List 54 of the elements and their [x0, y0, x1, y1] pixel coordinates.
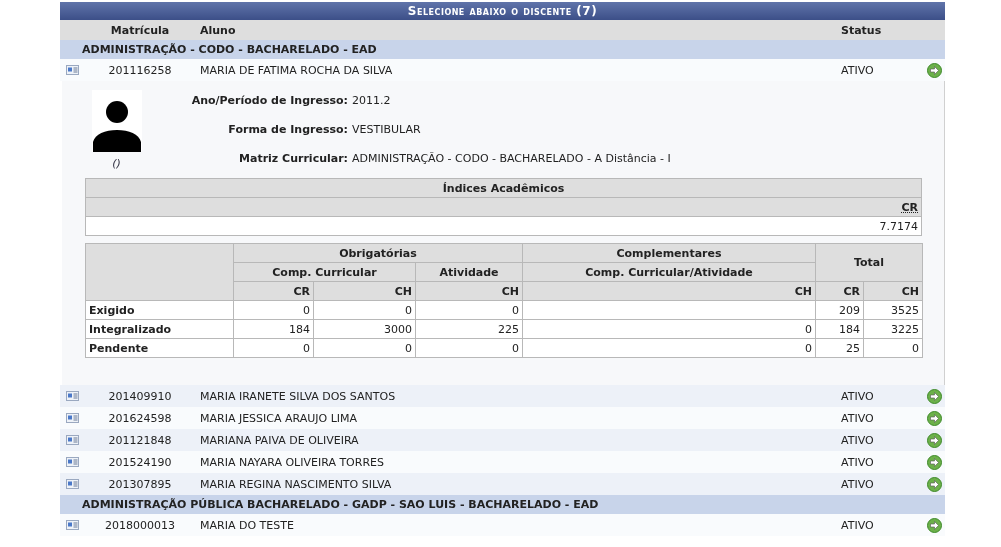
table-cell-text: ATIVO [841, 63, 875, 77]
field-value: 2011.2 [352, 94, 391, 109]
table-cell-text: ATIVO [841, 389, 875, 403]
column-group-header: Total [815, 243, 923, 282]
table-title: Índices Acadêmicos [85, 178, 922, 198]
table-cell-text: ATIVO [841, 477, 875, 491]
table-cell-text: 201307895 [107, 477, 173, 491]
column-header: Status [841, 23, 883, 37]
table-cell-text: ATIVO [841, 411, 875, 425]
arrow-right-icon[interactable] [926, 410, 942, 426]
id-card-icon[interactable] [65, 435, 79, 445]
table-cell-text: MARIANA PAIVA DE OLIVEIRA [199, 433, 360, 447]
field-value: VESTIBULAR [352, 123, 421, 138]
id-card-icon[interactable] [65, 65, 79, 75]
table-cell-text: 201524190 [107, 455, 173, 469]
avatar-silhouette [91, 90, 142, 152]
id-card-icon[interactable] [65, 413, 79, 423]
photo-caption: () [112, 157, 121, 170]
panel-title: Selecione abaixo o discente (7) [60, 2, 945, 20]
column-header: Matrícula [109, 23, 171, 37]
id-card-icon[interactable] [65, 479, 79, 489]
table-cell-text: ATIVO [841, 455, 875, 469]
column-group-header: Obrigatórias [233, 243, 523, 263]
table-cell-text: ATIVO [841, 518, 875, 532]
table-cell-text: MARIA JESSICA ARAUJO LIMA [199, 411, 359, 425]
arrow-right-icon[interactable] [926, 517, 942, 533]
arrow-right-icon[interactable] [926, 476, 942, 492]
id-card-icon[interactable] [65, 391, 79, 401]
arrow-right-icon[interactable] [926, 62, 942, 78]
table-cell-text: ATIVO [841, 433, 875, 447]
arrow-right-icon[interactable] [926, 432, 942, 448]
table-cell-text: 201121848 [107, 433, 173, 447]
table-cell-text: MARIA REGINA NASCIMENTO SILVA [199, 477, 393, 491]
table-cell-text: 201624598 [107, 411, 173, 425]
arrow-right-icon[interactable] [926, 454, 942, 470]
column-header: Aluno [199, 23, 237, 37]
arrow-right-icon[interactable] [926, 388, 942, 404]
field-value: ADMINISTRAÇÃO - CODO - BACHARELADO - A Distância - I [352, 152, 671, 167]
table-cell-text: MARIA DO TESTE [199, 518, 295, 532]
table-cell-text: MARIA NAYARA OLIVEIRA TORRES [199, 455, 385, 469]
table-cell-text: 201409910 [107, 389, 173, 403]
field-label: Forma de Ingresso: [227, 123, 349, 138]
table-cell-text: MARIA IRANETE SILVA DOS SANTOS [199, 389, 397, 403]
group-header: ADMINISTRAÇÃO PÚBLICA BACHARELADO - GADP - SAO LUIS - BACHARELADO - EAD [60, 495, 945, 514]
group-header: ADMINISTRAÇÃO - CODO - BACHARELADO - EAD [60, 40, 945, 59]
id-card-icon[interactable] [65, 520, 79, 530]
table-cell-text: 201116258 [107, 63, 173, 77]
id-card-icon[interactable] [65, 457, 79, 467]
field-label: Ano/Período de Ingresso: [190, 94, 349, 109]
column-header: CR [901, 200, 918, 214]
field-label: Matriz Curricular: [238, 152, 349, 167]
table-cell-text: 2018000013 [104, 518, 176, 532]
column-group-header: Complementares [522, 243, 816, 263]
table-cell-text: MARIA DE FATIMA ROCHA DA SILVA [199, 63, 394, 77]
